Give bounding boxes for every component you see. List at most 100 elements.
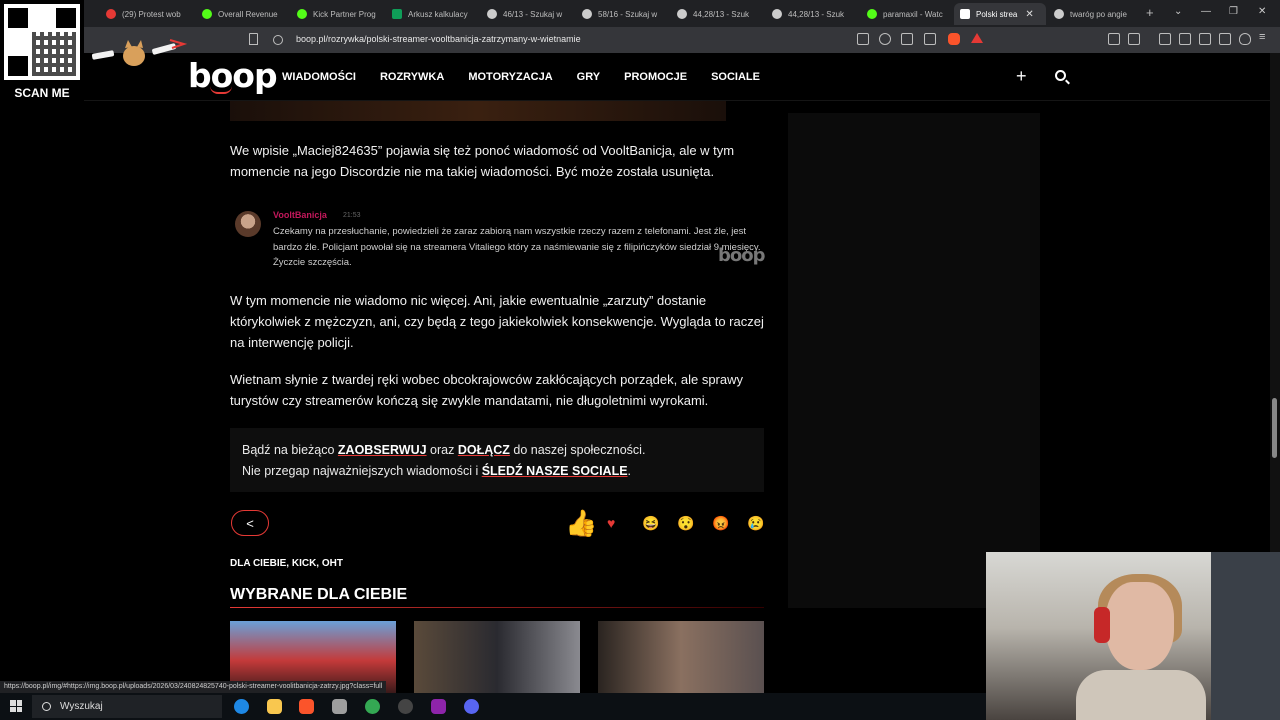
tab-label: 44,28/13 - Szuk (693, 9, 750, 19)
tab-label: Arkusz kalkulacy (408, 9, 468, 19)
minimize-button[interactable]: — (1201, 6, 1211, 17)
brave-icon[interactable] (299, 699, 314, 714)
share-page-icon[interactable] (924, 33, 936, 45)
bookmark-icon[interactable] (249, 33, 258, 45)
nav-rozrywka[interactable]: ROZRYWKA (380, 71, 444, 83)
extensions-icon[interactable] (1108, 33, 1120, 45)
webcam-headphones (1094, 607, 1110, 643)
brave-rewards-icon[interactable] (971, 33, 983, 43)
recommended-card-2[interactable] (414, 621, 580, 693)
webcam-background-door (1211, 552, 1280, 720)
join-link[interactable]: DOŁĄCZ (458, 443, 510, 457)
url-field[interactable]: boop.pl/rozrywka/polski-streamer-vooltba… (296, 34, 581, 44)
chrome-icon[interactable] (365, 699, 380, 714)
tab-5[interactable]: 46/13 - Szukaj w (481, 3, 575, 25)
tab-2[interactable]: Overall Revenue (196, 3, 290, 25)
search-icon[interactable] (1055, 70, 1066, 81)
wallet-icon[interactable] (1199, 33, 1211, 45)
socials-link[interactable]: ŚLEDŹ NASZE SOCIALE (482, 464, 628, 478)
tab-9[interactable]: paramaxil - Watc (861, 3, 955, 25)
screen: (29) Protest wob Overall Revenue Kick Pa… (0, 0, 1280, 720)
reaction-like-icon[interactable]: 👍 (565, 508, 597, 539)
taskbar-search[interactable]: Wyszukaj (32, 695, 222, 718)
close-window-button[interactable]: ✕ (1258, 6, 1266, 17)
tab-3[interactable]: Kick Partner Prog (291, 3, 385, 25)
tab-label: paramaxil - Watc (883, 9, 943, 19)
app-icon[interactable] (332, 699, 347, 714)
boop-watermark: boop (718, 245, 766, 266)
scrollbar-thumb[interactable] (1272, 398, 1277, 458)
tab-label: (29) Protest wob (122, 9, 181, 19)
nav-motoryzacja[interactable]: MOTORYZACJA (468, 71, 552, 83)
file-explorer-icon[interactable] (267, 699, 282, 714)
cast-icon[interactable] (857, 33, 869, 45)
share-button[interactable]: < (231, 510, 269, 536)
tab-label: 58/16 - Szukaj w (598, 9, 658, 19)
reaction-laugh-icon[interactable]: 😆 (642, 515, 659, 532)
edge-icon[interactable] (234, 699, 249, 714)
reader-icon[interactable] (901, 33, 913, 45)
nav-gry[interactable]: GRY (577, 71, 600, 83)
reaction-sad-icon[interactable]: 😢 (747, 515, 764, 532)
cta-text: Nie przegap najważniejszych wiadomości i (242, 464, 482, 478)
reaction-wow-icon[interactable]: 😯 (677, 515, 694, 532)
vpn-icon[interactable] (1239, 33, 1251, 45)
tab-label: 44,28/13 - Szuk (788, 9, 845, 19)
recommended-card-3[interactable] (598, 621, 764, 693)
search-icon (42, 702, 51, 711)
webcam-overlay (986, 552, 1280, 720)
tab-label: Kick Partner Prog (313, 9, 376, 19)
zoom-icon[interactable] (879, 33, 891, 45)
qr-label: SCAN ME (14, 86, 70, 100)
obs-icon[interactable] (398, 699, 413, 714)
discord-icon[interactable] (464, 699, 479, 714)
tab-label: Overall Revenue (218, 9, 278, 19)
nav-wiadomosci[interactable]: WIADOMOŚCI (282, 71, 356, 83)
youtube-icon (106, 9, 116, 19)
add-icon[interactable]: + (1016, 66, 1027, 87)
brave-shields-icon[interactable] (948, 33, 960, 45)
nav-sociale[interactable]: SOCIALE (711, 71, 760, 83)
new-tab-button[interactable]: + (1146, 5, 1154, 20)
maximize-button[interactable]: ❐ (1229, 6, 1238, 17)
tab-4[interactable]: Arkusz kalkulacy (386, 3, 480, 25)
music-icon[interactable] (1159, 33, 1171, 45)
cta-text: oraz (426, 443, 458, 457)
cta-text: do naszej społeczności. (509, 443, 646, 457)
tab-11[interactable]: twaróg po angie (1048, 3, 1142, 25)
site-info-icon[interactable] (273, 35, 283, 45)
article-tags[interactable]: DLA CIEBIE, KICK, OHT (230, 558, 343, 569)
tab-search-icon[interactable]: ⌄ (1174, 6, 1182, 17)
follow-cta-box: Bądź na bieżąco ZAOBSERWUJ oraz DOŁĄCZ d… (230, 428, 764, 492)
google-icon (1054, 9, 1064, 19)
tab-6[interactable]: 58/16 - Szukaj w (576, 3, 670, 25)
cta-text: Bądź na bieżąco (242, 443, 338, 457)
tab-label: twaróg po angie (1070, 9, 1127, 19)
follow-link[interactable]: ZAOBSERWUJ (338, 443, 427, 457)
sidebar-icon[interactable] (1179, 33, 1191, 45)
app-icon[interactable] (431, 699, 446, 714)
windows-start-icon[interactable] (10, 700, 22, 712)
main-nav: WIADOMOŚCI ROZRYWKA MOTORYZACJA GRY PROM… (282, 71, 760, 83)
section-title: WYBRANE DLA CIEBIE (230, 586, 408, 603)
boop-logo[interactable]: boop (188, 56, 278, 95)
google-icon (487, 9, 497, 19)
close-tab-icon[interactable]: ✕ (1025, 9, 1033, 20)
google-icon (772, 9, 782, 19)
site-header: boop WIADOMOŚCI ROZRYWKA MOTORYZACJA GRY… (0, 53, 1270, 101)
menu-icon[interactable]: ≡ (1259, 31, 1271, 43)
tab-8[interactable]: 44,28/13 - Szuk (766, 3, 860, 25)
sidebar-ad-area (788, 113, 1040, 608)
leo-ai-icon[interactable] (1219, 33, 1231, 45)
tab-label: 46/13 - Szukaj w (503, 9, 563, 19)
article-paragraph-1: We wpisie „Maciej824635” pojawia się też… (230, 143, 735, 179)
nav-promocje[interactable]: PROMOCJE (624, 71, 687, 83)
tab-7[interactable]: 44,28/13 - Szuk (671, 3, 765, 25)
tab-1[interactable]: (29) Protest wob (100, 3, 194, 25)
article-paragraph-2: W tym momencie nie wiadomo nic więcej. A… (230, 293, 764, 350)
boop-favicon-icon (960, 9, 970, 19)
reaction-angry-icon[interactable]: 😡 (712, 515, 729, 532)
tab-active[interactable]: Polski strea ✕ (954, 3, 1046, 25)
screenshot-icon[interactable] (1128, 33, 1140, 45)
reaction-heart-icon[interactable]: ♥ (607, 515, 615, 531)
